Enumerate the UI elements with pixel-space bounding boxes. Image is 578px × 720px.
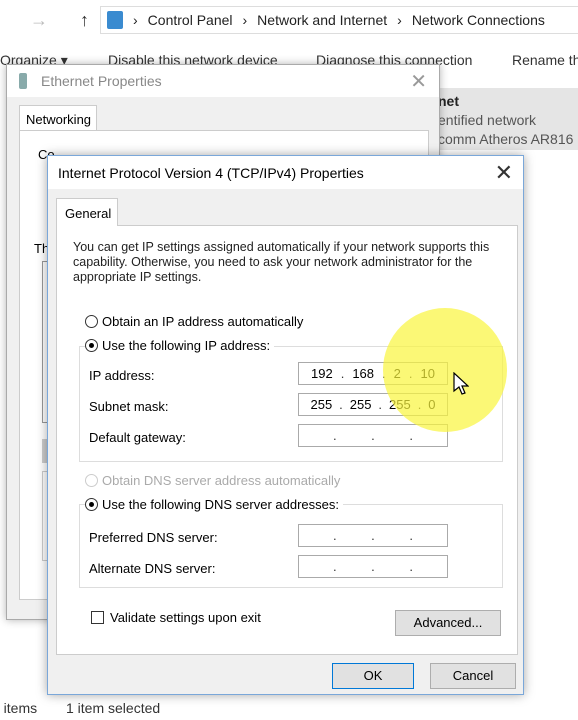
chevron-icon: ›: [133, 12, 138, 28]
dialog-title: Ethernet Properties: [7, 65, 439, 97]
connection-name: net: [438, 93, 459, 109]
dialog-title: Internet Protocol Version 4 (TCP/IPv4) P…: [48, 156, 523, 189]
radio-label: Use the following IP address:: [102, 338, 271, 353]
checkbox-label: Validate settings upon exit: [110, 610, 261, 625]
address-bar[interactable]: › Control Panel › Network and Internet ›…: [100, 6, 578, 34]
radio-label: Obtain DNS server address automatically: [102, 473, 341, 488]
address-bar-area: → ↑ › Control Panel › Network and Intern…: [0, 0, 578, 40]
connection-device: comm Atheros AR816: [438, 131, 574, 147]
breadcrumb-item[interactable]: Control Panel: [148, 12, 233, 28]
connection-status: entified network: [438, 112, 537, 128]
validate-checkbox[interactable]: Validate settings upon exit: [91, 610, 261, 625]
forward-icon[interactable]: →: [30, 10, 48, 31]
up-icon[interactable]: ↑: [80, 10, 89, 31]
cancel-button[interactable]: Cancel: [430, 663, 516, 689]
general-panel: You can get IP settings assigned automat…: [56, 225, 518, 655]
mouse-cursor-icon: [453, 372, 469, 395]
subnet-mask-field[interactable]: 255. 255. 255. 0: [298, 393, 448, 416]
ip-address-field[interactable]: 192. 168. 2. 10: [298, 362, 448, 385]
close-icon[interactable]: ✕: [495, 160, 513, 186]
ip-address-label: IP address:: [89, 368, 155, 383]
chevron-icon: ›: [397, 12, 402, 28]
preferred-dns-label: Preferred DNS server:: [89, 530, 218, 545]
network-adapter-icon: [19, 73, 27, 89]
ipv4-properties-dialog: Internet Protocol Version 4 (TCP/IPv4) P…: [47, 155, 524, 695]
close-icon[interactable]: ✕: [410, 69, 427, 94]
preferred-dns-field[interactable]: ...: [298, 524, 448, 547]
rename-button[interactable]: Rename th: [512, 52, 578, 68]
tab-networking[interactable]: Networking: [19, 105, 97, 131]
default-gateway-label: Default gateway:: [89, 430, 186, 445]
alternate-dns-label: Alternate DNS server:: [89, 561, 216, 576]
item-count: 3 items: [0, 700, 38, 716]
use-dns-radio[interactable]: Use the following DNS server addresses:: [85, 497, 343, 512]
control-panel-icon: [107, 11, 123, 29]
radio-label: Use the following DNS server addresses:: [102, 497, 339, 512]
radio-label: Obtain an IP address automatically: [102, 314, 304, 329]
obtain-dns-auto-radio[interactable]: Obtain DNS server address automatically: [85, 473, 340, 488]
selection-count: 1 item selected: [66, 700, 161, 716]
connection-item[interactable]: net entified network comm Atheros AR816: [436, 88, 578, 150]
use-static-ip-radio[interactable]: Use the following IP address:: [85, 338, 275, 353]
alternate-dns-field[interactable]: ...: [298, 555, 448, 578]
tab-general[interactable]: General: [56, 198, 118, 226]
subnet-mask-label: Subnet mask:: [89, 399, 169, 414]
intro-text: You can get IP settings assigned automat…: [73, 240, 490, 284]
ok-button[interactable]: OK: [332, 663, 414, 689]
obtain-ip-auto-radio[interactable]: Obtain an IP address automatically: [85, 314, 303, 329]
breadcrumb-item[interactable]: Network Connections: [412, 12, 545, 28]
advanced-button[interactable]: Advanced...: [395, 610, 501, 636]
breadcrumb-item[interactable]: Network and Internet: [257, 12, 387, 28]
default-gateway-field[interactable]: ...: [298, 424, 448, 447]
chevron-icon: ›: [242, 12, 248, 28]
status-bar: 3 items 1 item selected: [0, 698, 578, 720]
